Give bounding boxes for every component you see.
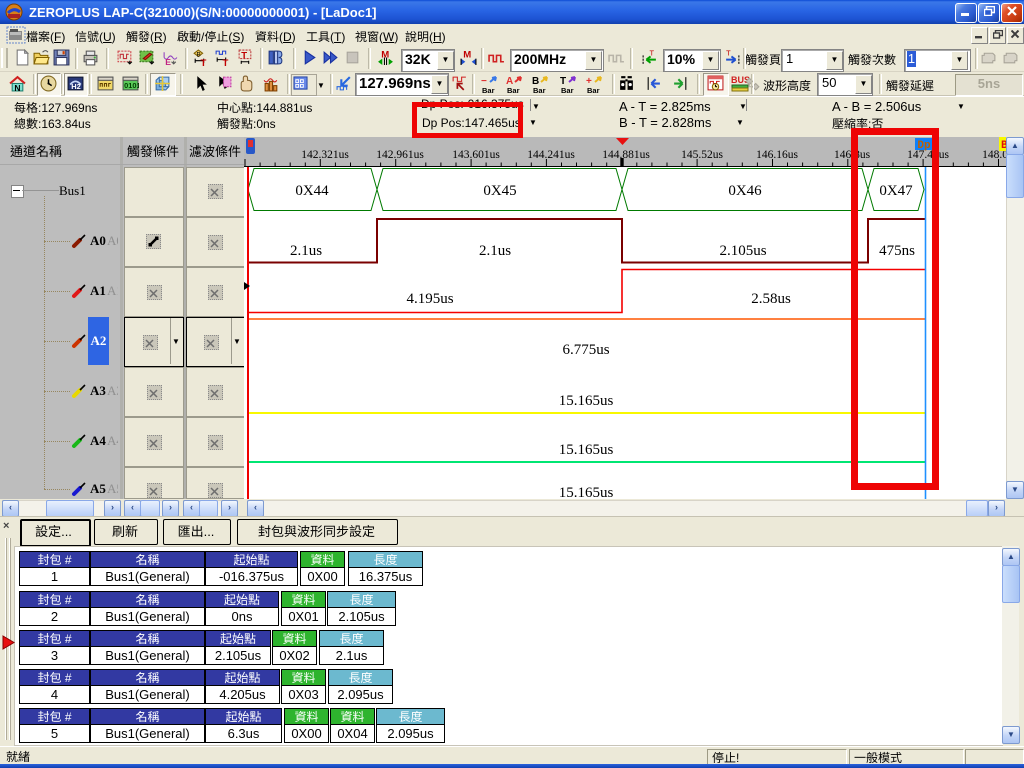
svg-text:2.1us: 2.1us	[290, 243, 322, 259]
svg-text:0X44: 0X44	[295, 183, 329, 199]
svg-text:Bar: Bar	[561, 86, 574, 94]
svg-text:N: N	[14, 83, 20, 92]
svg-text:M: M	[463, 50, 471, 61]
svg-text:143.601us: 143.601us	[452, 149, 500, 161]
svg-text:145.52us: 145.52us	[681, 149, 723, 161]
svg-text:144.881us: 144.881us	[602, 149, 650, 161]
svg-text:15.165us: 15.165us	[559, 485, 614, 500]
svg-text:T: T	[241, 51, 247, 62]
svg-text:4.195us: 4.195us	[406, 291, 453, 307]
svg-text:2.1us: 2.1us	[479, 243, 511, 259]
svg-text:2.58us: 2.58us	[751, 291, 791, 307]
svg-text:T: T	[201, 58, 207, 66]
svg-text:142.321us: 142.321us	[301, 149, 349, 161]
svg-text:Bar: Bar	[482, 86, 495, 94]
svg-text:6.775us: 6.775us	[562, 342, 609, 358]
svg-text:H2: H2	[71, 82, 81, 91]
svg-text:2.105us: 2.105us	[719, 243, 766, 259]
svg-text:142.961us: 142.961us	[376, 149, 424, 161]
svg-text:146.16us: 146.16us	[756, 149, 798, 161]
svg-text:T: T	[726, 49, 731, 57]
svg-text:0X45: 0X45	[483, 183, 516, 199]
svg-text:15.165us: 15.165us	[559, 442, 614, 458]
svg-text:Bar: Bar	[587, 86, 600, 94]
svg-text:T: T	[223, 58, 229, 66]
svg-text:E: E	[165, 57, 171, 66]
svg-text:M: M	[381, 50, 389, 61]
svg-text:15.165us: 15.165us	[559, 393, 614, 409]
svg-text:0101: 0101	[124, 81, 139, 90]
svg-text:0X46: 0X46	[728, 183, 762, 199]
svg-text:144.241us: 144.241us	[527, 149, 575, 161]
svg-text:Bar: Bar	[533, 86, 546, 94]
svg-text:Bar: Bar	[507, 86, 520, 94]
